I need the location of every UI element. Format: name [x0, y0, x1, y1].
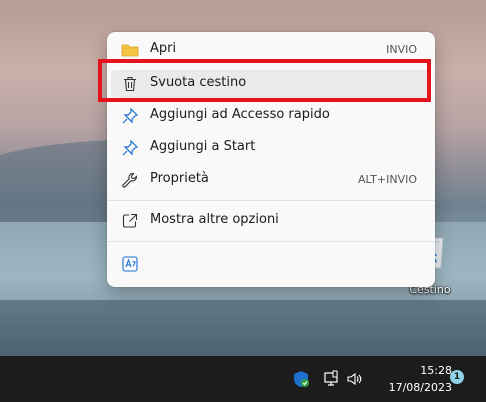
menu-item-label: Apri — [150, 41, 177, 56]
menu-item-show-more-options[interactable]: Mostra altre opzioni — [111, 207, 431, 235]
menu-item-label: Aggiungi ad Accesso rapido — [150, 107, 330, 122]
menu-item-label: Mostra altre opzioni — [150, 212, 279, 227]
menu-item-open[interactable]: Apri INVIO — [111, 36, 431, 64]
folder-icon — [121, 44, 139, 57]
pin-icon — [122, 139, 139, 156]
notification-badge[interactable]: 1 — [450, 370, 464, 384]
menu-item-pin-start[interactable]: Aggiungi a Start — [111, 134, 431, 162]
clock-time: 15:28 — [420, 364, 452, 377]
wrench-icon — [122, 172, 137, 188]
menu-item-shortcut: INVIO — [386, 43, 417, 56]
menu-item-label: Proprietà — [150, 171, 209, 186]
menu-item-properties[interactable]: Proprietà ALT+INVIO — [111, 166, 431, 194]
pin-icon — [122, 107, 139, 124]
context-menu: Apri INVIO Svuota cestino Aggiungi ad Ac… — [107, 32, 435, 287]
security-shield-icon[interactable] — [292, 370, 310, 388]
translate-icon — [122, 256, 138, 272]
trash-icon — [124, 76, 136, 92]
menu-item-label: Aggiungi a Start — [150, 139, 256, 154]
menu-item-shortcut: ALT+INVIO — [358, 173, 417, 186]
clock-date: 17/08/2023 — [388, 381, 452, 394]
network-icon[interactable] — [322, 370, 340, 388]
menu-item-label: Svuota cestino — [150, 75, 247, 90]
taskbar-clock[interactable]: 15:28 17/08/2023 — [372, 362, 452, 396]
taskbar: 15:28 17/08/2023 1 — [0, 356, 486, 402]
menu-separator — [107, 200, 435, 201]
menu-separator — [107, 241, 435, 242]
open-external-icon — [122, 213, 138, 228]
menu-action-translate[interactable] — [111, 250, 141, 278]
wallpaper-water-shadow — [0, 300, 486, 356]
volume-icon[interactable] — [346, 370, 364, 388]
menu-item-pin-quick-access[interactable]: Aggiungi ad Accesso rapido — [111, 102, 431, 130]
menu-item-empty-recycle-bin[interactable]: Svuota cestino — [111, 70, 431, 98]
